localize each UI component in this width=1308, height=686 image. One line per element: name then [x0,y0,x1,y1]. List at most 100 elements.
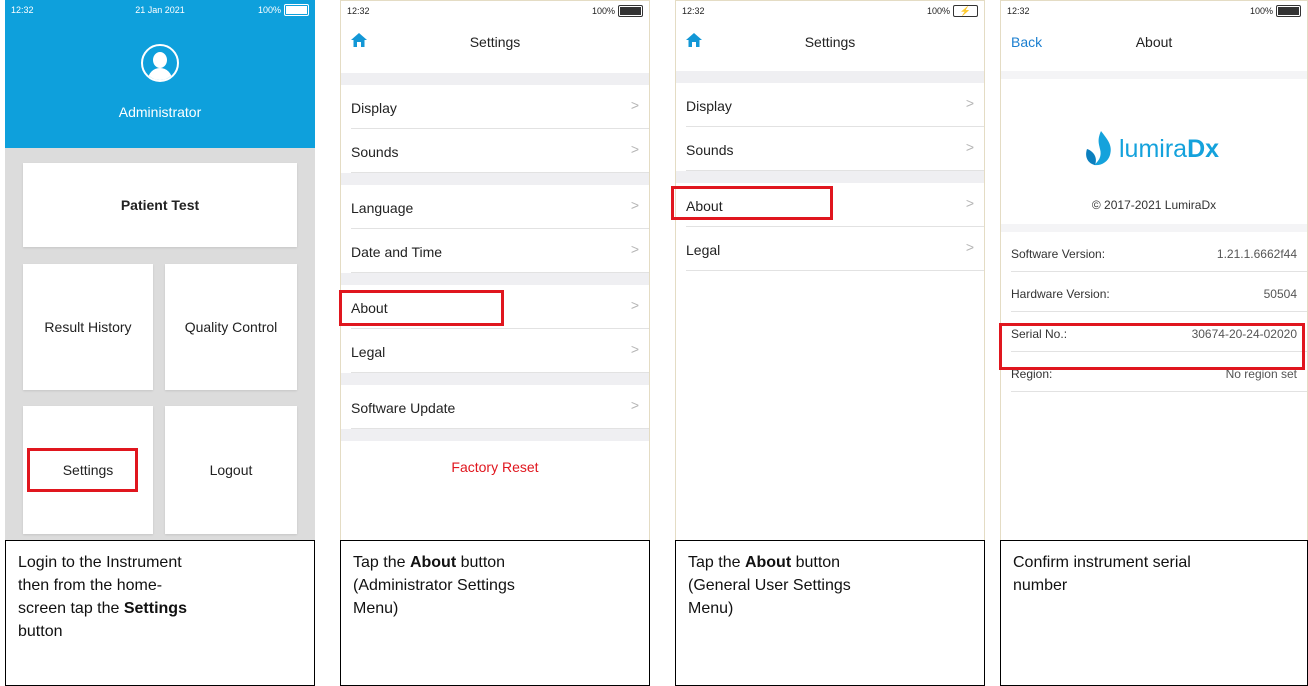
admin-settings-screen: 12:32 100% Settings Display > Sounds > Lan… [339,0,650,545]
caption-step-3: Tap the About button (General User Setti… [675,540,985,686]
item-label: Sounds [351,144,399,160]
logo-wordmark: lumiraDx [1119,135,1219,164]
chevron-right-icon: > [965,239,974,255]
caption-3-line2: (General User Settings [688,577,851,594]
caption-2-line1: Tap the About button [353,551,637,574]
battery-percent: 100% [591,6,615,16]
patient-test-button[interactable]: Patient Test [23,163,297,247]
logo-part1: lumira [1119,135,1188,163]
about-highlight [671,186,833,220]
info-row-software-version: Software Version: 1.21.1.6662f44 [1011,232,1307,272]
section-divider [1001,224,1307,232]
caption-4-line1: Confirm instrument serial [1013,554,1191,571]
patient-test-label: Patient Test [120,197,200,213]
settings-item-legal[interactable]: Legal > [351,329,649,373]
item-label: Display [686,98,732,114]
status-bar: 12:32 100% [1001,1,1307,23]
chevron-right-icon: > [630,241,639,257]
settings-item-date-time[interactable]: Date and Time > [351,229,649,273]
chevron-right-icon: > [965,139,974,155]
chevron-right-icon: > [630,341,639,357]
nav-bar: Settings [676,23,984,63]
settings-item-language[interactable]: Language > [351,185,649,229]
settings-item-display[interactable]: Display > [351,85,649,129]
caption-2-line2: (Administrator Settings [353,577,515,594]
section-divider [676,71,984,83]
caption-1-line2: then from the home- [18,577,163,594]
user-header: 12:32 21 Jan 2021 100% Administrator [5,0,315,148]
item-label: Legal [686,242,721,258]
caption-2-pre: Tap the [353,554,410,571]
page-title: Settings [804,34,856,50]
caption-1-line3-text: screen tap the [18,600,124,617]
caption-1-bold: Settings [123,600,187,617]
general-settings-screen: 12:32 100% ⚡ Settings Display > Sounds > A… [671,0,985,545]
status-bar: 12:32 100% [341,1,649,23]
nav-bar: Back About [1001,23,1307,63]
caption-1-line4: button [18,623,63,640]
chevron-right-icon: > [630,141,639,157]
nav-bar: Settings [341,23,649,63]
chevron-right-icon: > [630,397,639,413]
caption-step-4: Confirm instrument serial number [1000,540,1308,686]
chevron-right-icon: > [965,195,974,211]
flame-logo-icon [1086,131,1111,166]
caption-2-line3: Menu) [353,600,399,617]
section-divider [1001,393,1307,395]
result-history-button[interactable]: Result History [23,264,153,390]
page-title: About [1135,34,1173,50]
caption-3-post: button [791,554,841,571]
settings-item-legal[interactable]: Legal > [686,227,984,271]
section-divider [341,373,649,385]
user-avatar-icon [141,44,179,82]
settings-item-display[interactable]: Display > [686,83,984,127]
status-time: 12:32 [347,6,370,16]
info-value: 50504 [1263,287,1297,301]
info-label: Software Version: [1011,247,1106,261]
chevron-right-icon: > [630,197,639,213]
caption-4-line2: number [1013,577,1068,594]
caption-2-post: button [456,554,506,571]
battery-icon [284,4,309,16]
battery-percent: 100% [926,6,950,16]
battery-icon [618,5,643,17]
about-screen: 12:32 100% Back About lumiraDx © 2017-20… [999,0,1308,545]
page-title: Settings [469,34,521,50]
section-divider [341,173,649,185]
result-history-label: Result History [44,319,132,335]
chevron-right-icon: > [630,97,639,113]
settings-item-sounds[interactable]: Sounds > [351,129,649,173]
settings-item-software-update[interactable]: Software Update > [351,385,649,429]
info-label: Hardware Version: [1011,287,1110,301]
about-highlight [339,290,504,326]
settings-highlight [27,448,138,492]
section-divider [341,429,649,441]
caption-2-bold: About [409,554,457,571]
caption-step-1: Login to the Instrument then from the ho… [5,540,315,686]
chevron-right-icon: > [965,95,974,111]
status-bar: 12:32 21 Jan 2021 100% [5,0,315,22]
factory-reset-button[interactable]: Factory Reset [341,459,649,475]
section-divider [1001,71,1307,79]
copyright-text: © 2017-2021 LumiraDx [1091,198,1217,212]
section-divider [341,273,649,285]
settings-item-sounds[interactable]: Sounds > [686,127,984,171]
battery-percent: 100% [1249,6,1273,16]
info-row-hardware-version: Hardware Version: 50504 [1011,272,1307,312]
charging-battery-icon: ⚡ [953,5,978,17]
serial-highlight [999,323,1305,370]
caption-3-bold: About [744,554,792,571]
caption-step-2: Tap the About button (Administrator Sett… [340,540,650,686]
status-time: 12:32 [1007,6,1030,16]
item-label: Legal [351,344,386,360]
quality-control-label: Quality Control [184,319,278,335]
info-value: 1.21.1.6662f44 [1216,247,1297,261]
battery-percent: 100% [257,5,281,15]
caption-3-line3: Menu) [688,600,734,617]
logout-button[interactable]: Logout [165,406,297,534]
quality-control-button[interactable]: Quality Control [165,264,297,390]
caption-3-line1: Tap the About button [688,551,972,574]
item-label: Language [351,200,414,216]
section-divider [676,171,984,183]
item-label: Software Update [351,400,456,416]
